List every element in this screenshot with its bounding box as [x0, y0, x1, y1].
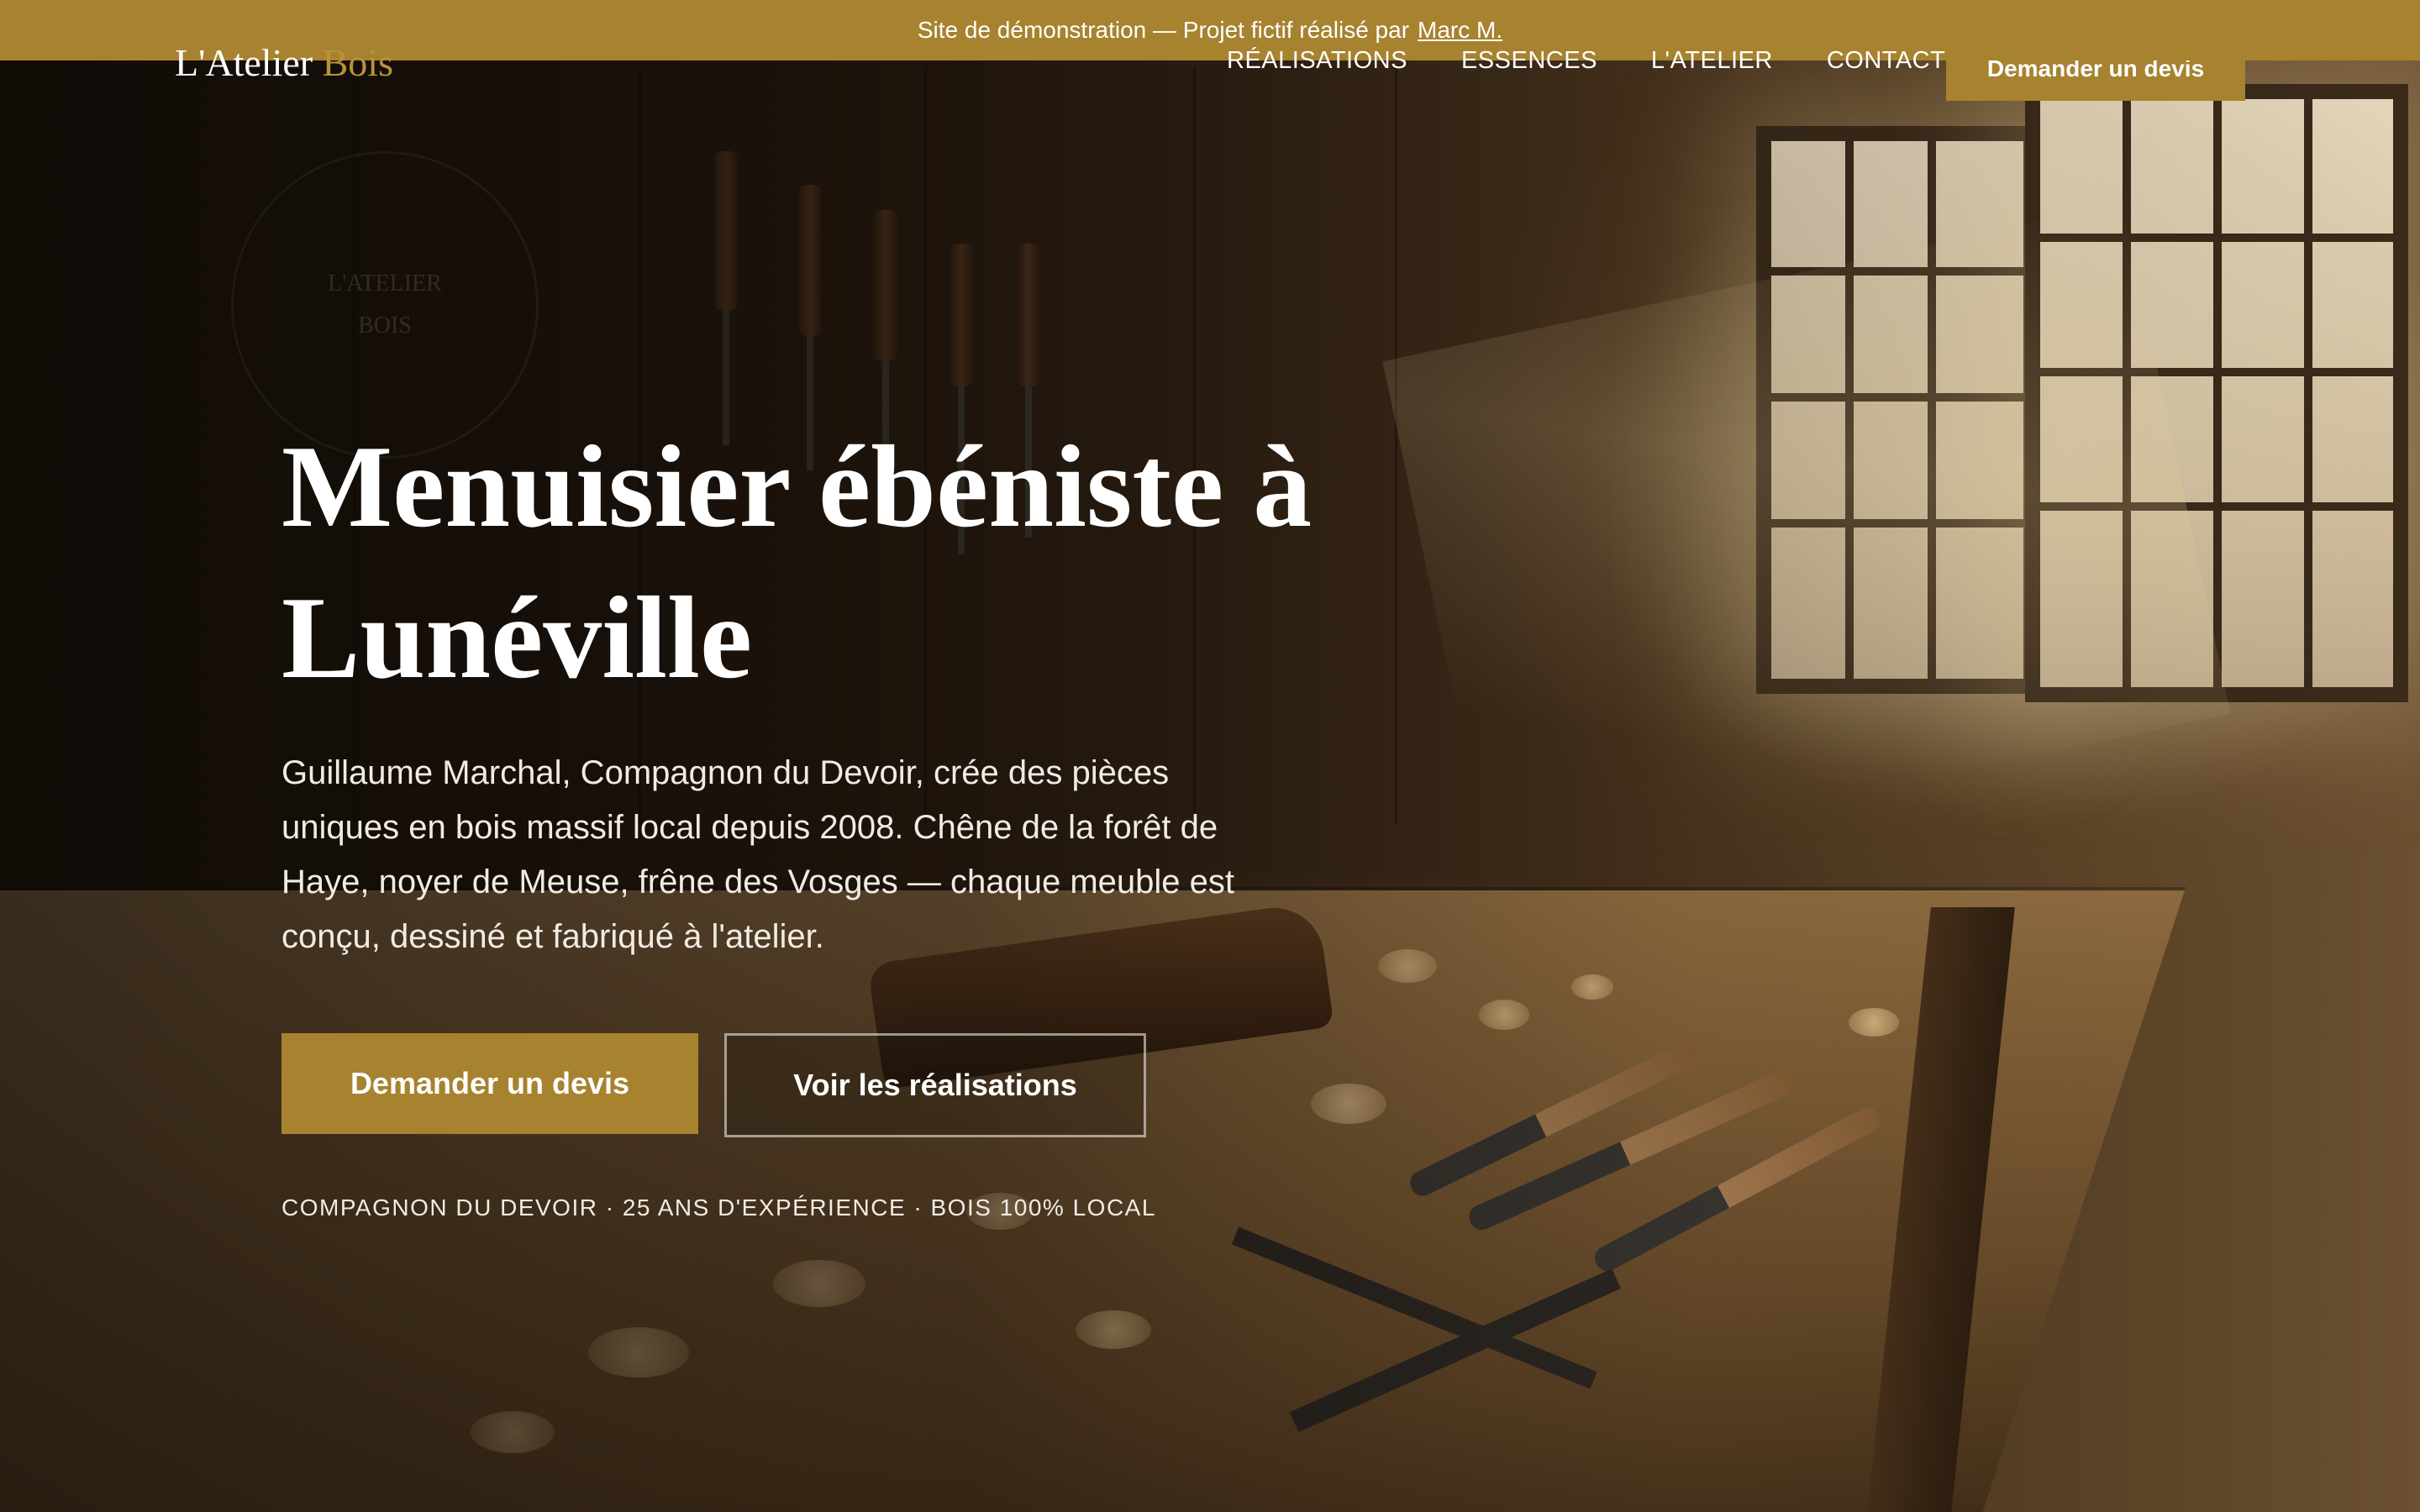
site-logo[interactable]: L'Atelier Bois [175, 40, 393, 85]
request-quote-button[interactable]: Demander un devis [281, 1033, 698, 1134]
main-nav: RÉALISATIONS ESSENCES L'ATELIER CONTACT [1227, 47, 1999, 75]
hero-tagline: COMPAGNON DU DEVOIR · 25 ANS D'EXPÉRIENC… [281, 1194, 1156, 1221]
nav-item-realisations[interactable]: RÉALISATIONS [1227, 47, 1407, 75]
watermark-text: L'ATELIER [328, 270, 442, 297]
watermark-text: BOIS [358, 312, 412, 339]
view-projects-button[interactable]: Voir les réalisations [724, 1033, 1146, 1137]
logo-text: L'Atelier [175, 41, 313, 84]
nav-item-atelier[interactable]: L'ATELIER [1651, 47, 1773, 75]
logo-accent-text: Bois [322, 41, 393, 84]
nav-item-essences[interactable]: ESSENCES [1461, 47, 1597, 75]
author-link[interactable]: Marc M. [1418, 17, 1502, 44]
nav-item-contact[interactable]: CONTACT [1827, 47, 1946, 75]
hero-title: Menuisier ébéniste à Lunéville [281, 422, 1313, 703]
hero-description: Guillaume Marchal, Compagnon du Devoir, … [281, 754, 1235, 955]
page: L'ATELIER BOIS Site de démonstration — P… [0, 0, 2420, 1512]
demo-banner-text: Site de démonstration — Projet fictif ré… [917, 17, 1410, 43]
